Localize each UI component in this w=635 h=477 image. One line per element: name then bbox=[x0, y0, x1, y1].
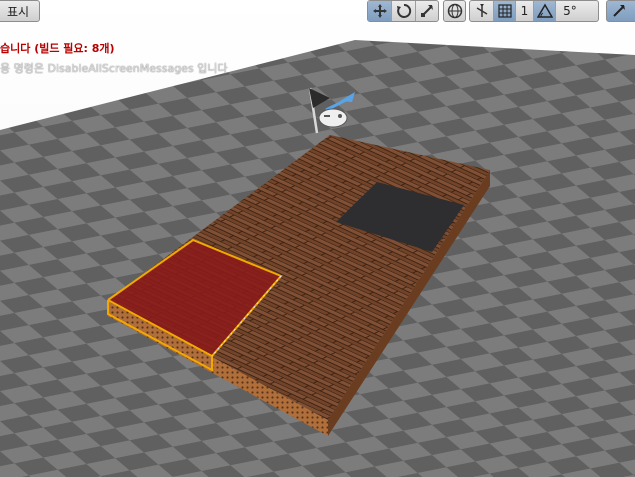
grid-snap-value-label: 1 bbox=[520, 4, 529, 18]
world-local-toggle[interactable] bbox=[443, 0, 466, 22]
grid-snap-button[interactable] bbox=[494, 1, 516, 21]
rotation-snap-icon bbox=[536, 3, 553, 18]
move-icon bbox=[372, 4, 387, 18]
scale-tool-button[interactable] bbox=[416, 1, 438, 21]
transform-tools bbox=[367, 0, 439, 22]
snapping-tools: 1 5° bbox=[469, 0, 599, 22]
build-warning-message: 습니다 (빌드 필요: 8개) bbox=[0, 42, 115, 55]
scale-snap-button[interactable] bbox=[606, 0, 635, 22]
rotation-snap-value[interactable]: 5° bbox=[556, 1, 584, 21]
show-button[interactable]: 표시 bbox=[0, 0, 40, 22]
gamepad-icon bbox=[318, 108, 348, 128]
gamepad-dpad bbox=[324, 115, 330, 117]
scale-snap-icon bbox=[613, 5, 625, 17]
rotation-snap-value-label: 5° bbox=[563, 4, 577, 18]
scale-icon bbox=[421, 5, 433, 17]
rotate-tool-button[interactable] bbox=[392, 1, 416, 21]
rotate-icon bbox=[396, 3, 411, 18]
grid-snap-value[interactable]: 1 bbox=[516, 1, 534, 21]
move-tool-button[interactable] bbox=[368, 1, 392, 21]
surface-snap-button[interactable] bbox=[470, 1, 494, 21]
show-button-label: 표시 bbox=[6, 4, 30, 19]
screen-message-hint: 용 명령은 DisableAllScreenMessages 입니다 bbox=[0, 62, 228, 75]
gamepad-button bbox=[338, 114, 342, 118]
rotation-snap-button[interactable] bbox=[534, 1, 556, 21]
globe-icon bbox=[447, 3, 462, 19]
grid-snap-icon bbox=[497, 4, 512, 18]
surface-snap-icon bbox=[476, 4, 487, 17]
